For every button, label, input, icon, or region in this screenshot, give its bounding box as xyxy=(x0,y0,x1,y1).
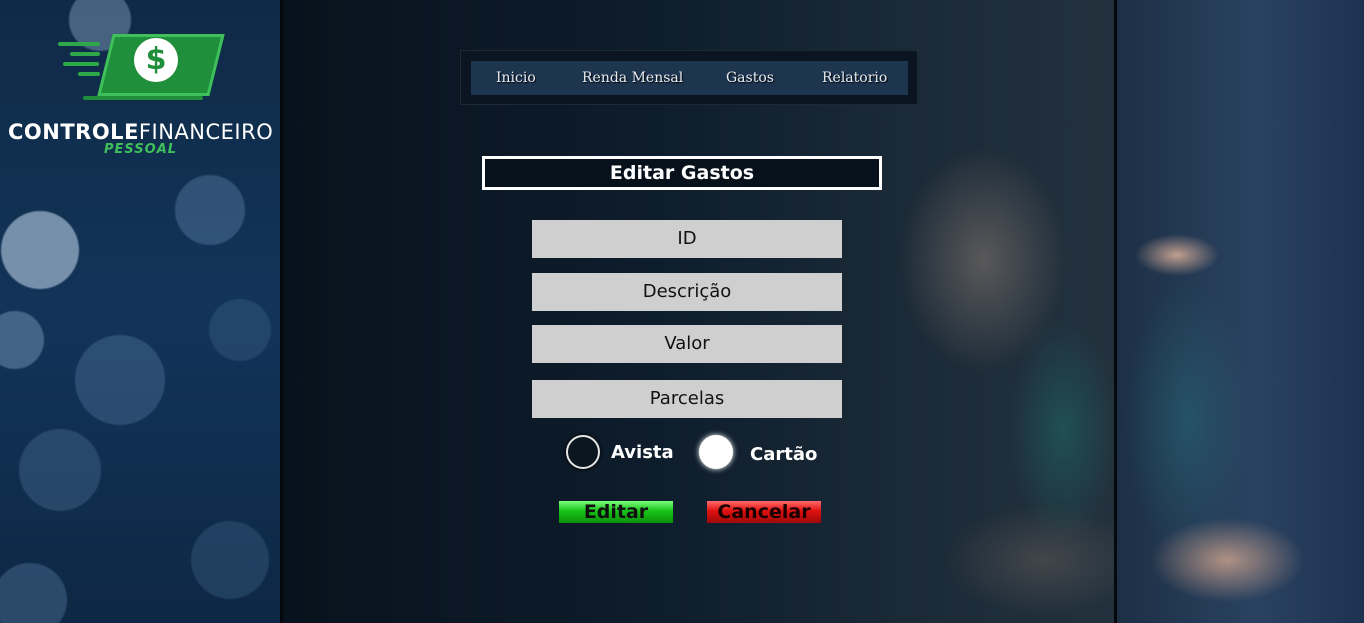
dollar-sign-icon: $ xyxy=(134,38,178,82)
nav-item-gastos[interactable]: Gastos xyxy=(726,70,774,86)
parcelas-field[interactable]: Parcelas xyxy=(532,380,842,418)
speed-line xyxy=(78,72,100,76)
id-field[interactable]: ID xyxy=(532,220,842,258)
avista-radio[interactable] xyxy=(566,435,600,469)
avista-radio-label: Avista xyxy=(611,442,674,463)
valor-field[interactable]: Valor xyxy=(532,325,842,363)
logo-title-bold: CONTROLE xyxy=(8,120,139,144)
logo-title-light: FINANCEIRO xyxy=(138,120,274,144)
speed-line xyxy=(70,52,100,56)
nav-item-inicio[interactable]: Inicio xyxy=(496,70,536,86)
logo-subtitle: PESSOAL xyxy=(104,142,178,157)
descricao-field[interactable]: Descrição xyxy=(532,273,842,311)
edit-button[interactable]: Editar xyxy=(559,501,673,523)
main-nav: Inicio Renda Mensal Gastos Relatorio xyxy=(471,61,908,95)
cartao-radio[interactable] xyxy=(699,435,733,469)
logo-title: CONTROLEFINANCEIRO xyxy=(8,120,273,144)
app-logo: $ CONTROLEFINANCEIRO PESSOAL xyxy=(8,32,273,162)
cartao-radio-label: Cartão xyxy=(750,444,818,465)
speed-line xyxy=(83,96,203,100)
nav-item-relatorio[interactable]: Relatorio xyxy=(822,70,887,86)
nav-item-renda-mensal[interactable]: Renda Mensal xyxy=(582,70,683,86)
speed-line xyxy=(63,62,99,66)
right-background-panel xyxy=(1114,0,1364,623)
speed-line xyxy=(58,42,100,46)
page-title: Editar Gastos xyxy=(482,156,882,190)
cancel-button[interactable]: Cancelar xyxy=(707,501,821,523)
